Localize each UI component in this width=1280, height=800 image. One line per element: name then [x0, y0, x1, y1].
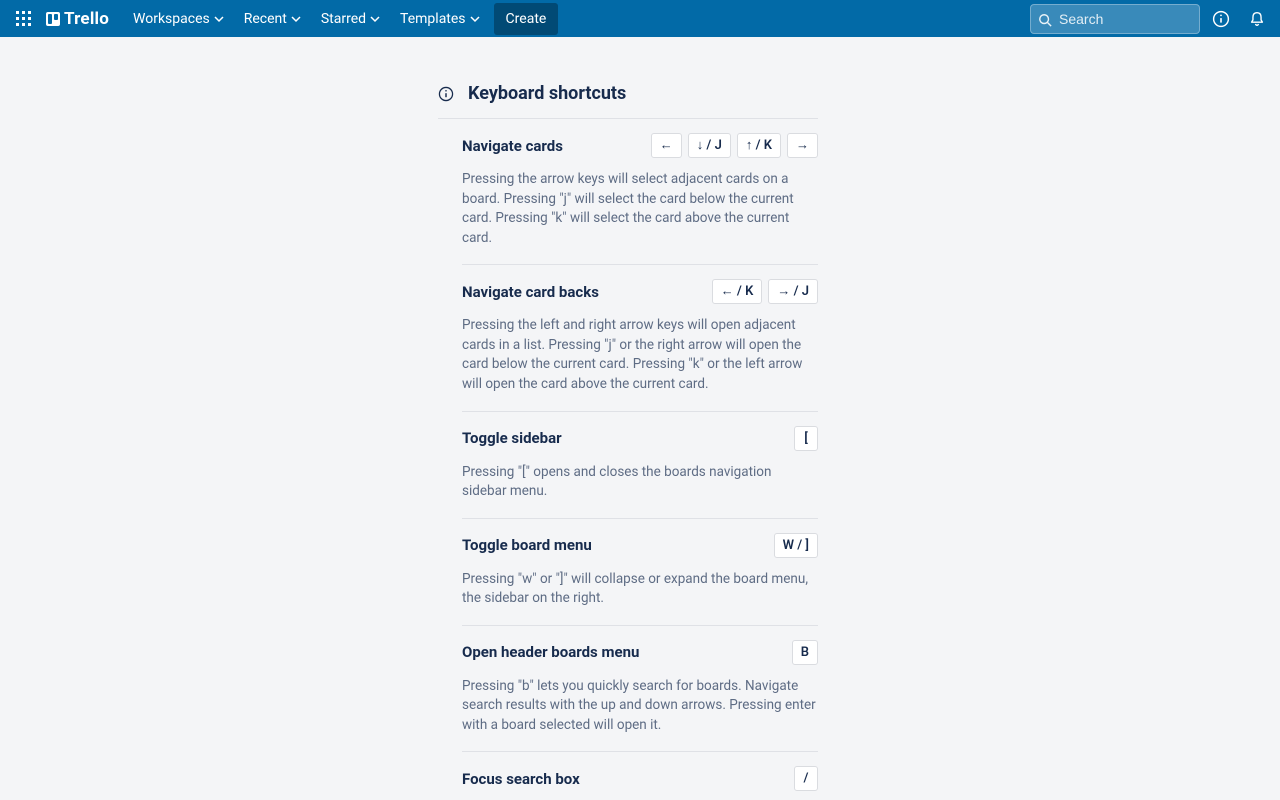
search-input[interactable] — [1030, 4, 1200, 34]
shortcut-section: Navigate cards ←↓ / J↑ / K→ Pressing the a… — [462, 119, 818, 265]
create-button[interactable]: Create — [494, 3, 559, 35]
shortcut-head: Navigate cards ←↓ / J↑ / K→ — [462, 133, 818, 158]
key-cap: B — [792, 640, 818, 665]
nav-recent[interactable]: Recent — [234, 3, 311, 35]
shortcut-keys: / — [794, 766, 818, 791]
page-title: Keyboard shortcuts — [468, 83, 626, 104]
nav-item-label: Recent — [244, 11, 287, 27]
notifications-button[interactable] — [1242, 4, 1272, 34]
header-right — [1030, 4, 1272, 34]
shortcut-description: Pressing "w" or "]" will collapse or exp… — [462, 570, 818, 609]
shortcut-title: Open header boards menu — [462, 643, 639, 661]
main-content: Keyboard shortcuts Navigate cards ←↓ / J↑… — [0, 37, 1280, 800]
trello-logo[interactable]: Trello — [40, 3, 115, 35]
key-cap: W / ] — [774, 533, 818, 558]
shortcut-section: Toggle board menu W / ] Pressing "w" or "]… — [462, 519, 818, 626]
nav-workspaces[interactable]: Workspaces — [123, 3, 234, 35]
shortcut-head: Toggle sidebar [ — [462, 426, 818, 451]
info-button[interactable] — [1206, 4, 1236, 34]
nav-item-label: Starred — [321, 11, 366, 27]
nav-templates[interactable]: Templates — [390, 3, 490, 35]
apps-grid-icon — [16, 11, 32, 27]
key-cap: [ — [794, 426, 818, 451]
key-cap: → / J — [768, 279, 818, 304]
trello-board-icon — [46, 12, 60, 26]
chevron-down-icon — [291, 14, 301, 24]
content-column: Keyboard shortcuts Navigate cards ←↓ / J↑… — [462, 83, 818, 800]
shortcut-section: Navigate card backs ← / K→ / J Pressing th… — [462, 265, 818, 411]
chevron-down-icon — [370, 14, 380, 24]
key-cap: ← — [651, 133, 682, 158]
key-cap: ↑ / K — [737, 133, 781, 158]
logo-text: Trello — [64, 9, 109, 29]
nav-item-label: Templates — [400, 11, 466, 27]
shortcut-head: Navigate card backs ← / K→ / J — [462, 279, 818, 304]
search-wrap — [1030, 4, 1200, 34]
key-cap: → — [787, 133, 818, 158]
chevron-down-icon — [214, 14, 224, 24]
header-left: Trello Workspaces Recent Starred Templat… — [8, 3, 558, 35]
shortcut-section: Toggle sidebar [ Pressing "[" opens and cl… — [462, 412, 818, 519]
shortcut-section: Open header boards menu B Pressing "b" let… — [462, 626, 818, 753]
search-icon — [1038, 12, 1052, 26]
shortcut-keys: ← / K→ / J — [712, 279, 818, 304]
bell-icon — [1248, 10, 1266, 28]
shortcut-title: Toggle board menu — [462, 536, 592, 554]
chevron-down-icon — [470, 14, 480, 24]
shortcut-description: Pressing the arrow keys will select adja… — [462, 170, 818, 248]
primary-nav: Workspaces Recent Starred Templates Crea… — [123, 3, 558, 35]
key-cap: / — [794, 766, 818, 791]
key-cap: ↓ / J — [688, 133, 731, 158]
shortcut-keys: ←↓ / J↑ / K→ — [651, 133, 818, 158]
shortcut-keys: [ — [794, 426, 818, 451]
shortcut-title: Focus search box — [462, 770, 580, 788]
nav-item-label: Workspaces — [133, 11, 210, 27]
shortcut-head: Focus search box / — [462, 766, 818, 791]
shortcut-title: Toggle sidebar — [462, 429, 562, 447]
shortcut-description: Pressing "b" lets you quickly search for… — [462, 677, 818, 736]
nav-starred[interactable]: Starred — [311, 3, 390, 35]
apps-menu-button[interactable] — [8, 3, 40, 35]
shortcut-head: Open header boards menu B — [462, 640, 818, 665]
shortcut-section: Focus search box/Pressing "/" puts the c… — [462, 752, 818, 800]
shortcut-head: Toggle board menu W / ] — [462, 533, 818, 558]
shortcut-keys: B — [792, 640, 818, 665]
create-label: Create — [506, 11, 547, 27]
page-title-row: Keyboard shortcuts — [438, 83, 818, 119]
app-header: Trello Workspaces Recent Starred Templat… — [0, 0, 1280, 37]
shortcut-title: Navigate card backs — [462, 283, 599, 301]
shortcut-title: Navigate cards — [462, 137, 563, 155]
shortcut-keys: W / ] — [774, 533, 818, 558]
info-circle-icon — [438, 86, 454, 102]
shortcut-description: Pressing the left and right arrow keys w… — [462, 316, 818, 394]
key-cap: ← / K — [712, 279, 763, 304]
info-circle-icon — [1212, 10, 1230, 28]
shortcut-description: Pressing "[" opens and closes the boards… — [462, 463, 818, 502]
